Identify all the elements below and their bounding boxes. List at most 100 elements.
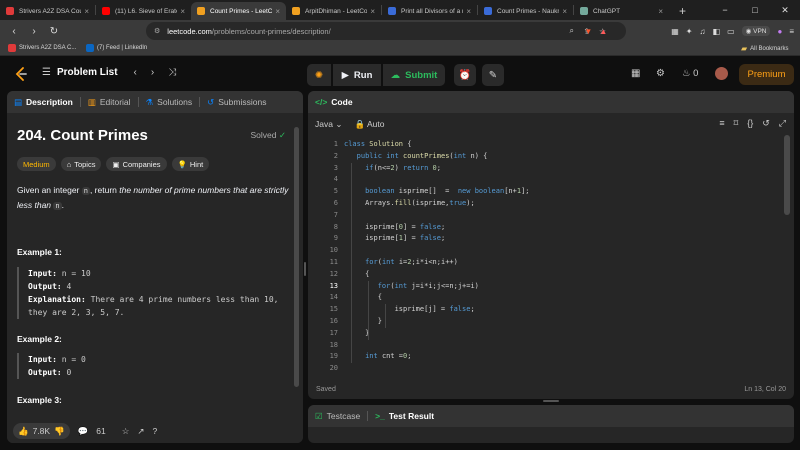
code-icon: </>	[315, 97, 328, 107]
close-window-button[interactable]: ✕	[770, 0, 800, 20]
rewards-icon[interactable]: ▲	[599, 27, 607, 36]
puzzle-icon[interactable]: ✦	[686, 27, 693, 36]
reset-icon[interactable]: ↺	[762, 118, 770, 129]
run-button[interactable]: ▶ Run	[333, 64, 381, 86]
browser-tab[interactable]: ChatGPT ×	[574, 2, 669, 20]
statement-text: .	[61, 200, 64, 210]
close-icon[interactable]: ×	[562, 7, 567, 16]
close-icon[interactable]: ×	[466, 7, 471, 16]
companies-tag[interactable]: ▣ Companies	[106, 157, 167, 171]
code-line: isprime[0] = false;	[344, 222, 446, 231]
tab-submissions[interactable]: ↺ Submissions	[200, 91, 273, 113]
panel-resize-handle[interactable]	[543, 400, 559, 402]
code-scrollbar[interactable]	[784, 135, 790, 215]
problem-list-link[interactable]: Problem List	[57, 67, 118, 78]
streak-counter[interactable]: ♨ 0	[682, 68, 698, 79]
browser-tab-active[interactable]: Count Primes - LeetC ×	[191, 2, 286, 20]
site-info-icon[interactable]: ⚙	[154, 27, 160, 35]
tab-test-result[interactable]: >_ Test Result	[368, 405, 441, 427]
browser-tab[interactable]: (11) L6. Sieve of Eratosthe×	[96, 2, 191, 20]
share-icon[interactable]: ↗	[137, 426, 144, 437]
fullscreen-icon[interactable]: ⤢	[779, 118, 786, 129]
auto-mode-toggle[interactable]: 🔒 Auto	[354, 119, 384, 130]
minimize-button[interactable]: −	[710, 0, 740, 20]
comment-icon[interactable]: 💬	[78, 426, 89, 437]
close-icon[interactable]: ×	[370, 7, 375, 16]
tab-description[interactable]: ▤ Description	[7, 91, 80, 113]
tab-favicon	[484, 7, 492, 15]
shuffle-icon[interactable]: ⤨	[168, 67, 176, 78]
browser-actions: ▼ ▲ ▦ ✦ ♫ ◧ ▭ ◉ VPN ● ≡	[584, 22, 794, 40]
tab-testcase[interactable]: ☑ Testcase	[308, 405, 367, 427]
code-line: }	[344, 316, 382, 325]
line-number: 11	[329, 257, 338, 266]
maximize-button[interactable]: □	[740, 0, 770, 20]
line-number: 19	[329, 352, 338, 361]
new-tab-button[interactable]: +	[679, 2, 686, 20]
debug-button[interactable]: ✺	[307, 64, 331, 86]
line-number: 4	[333, 175, 338, 184]
vpn-button[interactable]: ◉ VPN	[741, 26, 771, 36]
tag-label: Topics	[74, 159, 96, 169]
close-icon[interactable]: ×	[180, 7, 185, 16]
browser-tab[interactable]: ArpitDhiman - LeetCode×	[286, 2, 381, 20]
close-icon[interactable]: ×	[84, 7, 89, 16]
list-icon[interactable]: ☰	[42, 67, 51, 78]
description-panel: ▤ Description ▥ Editorial ⚗ Solutions ↺ Subm…	[7, 91, 303, 443]
wallet-icon[interactable]: ▭	[727, 27, 735, 36]
menu-icon[interactable]: ≡	[789, 27, 794, 36]
bookmark-item[interactable]: (7) Feed | LinkedIn	[86, 44, 147, 52]
brave-shield-icon[interactable]: ▼	[584, 27, 592, 36]
help-icon[interactable]: ?	[153, 426, 158, 436]
ai-icon[interactable]: ●	[777, 27, 782, 36]
bookmark-label: (7) Feed | LinkedIn	[97, 45, 148, 51]
prev-problem-icon[interactable]: ‹	[134, 67, 137, 78]
reload-icon[interactable]: ↻	[44, 26, 64, 37]
music-icon[interactable]: ♫	[700, 27, 706, 36]
notes-button[interactable]: ✎	[482, 64, 504, 86]
browser-tab[interactable]: Strivers A2Z DSA Course/×	[0, 2, 95, 20]
bookmark-icon[interactable]: ⌑	[734, 118, 739, 129]
browser-tab[interactable]: Count Primes - Naukri Co×	[478, 2, 573, 20]
bookmarks-bar: Strivers A2Z DSA C... (7) Feed | LinkedI…	[0, 42, 800, 56]
topics-tag[interactable]: ⌂ Topics	[60, 157, 102, 171]
hint-tag[interactable]: 💡 Hint	[171, 157, 210, 171]
input-value: n = 0	[61, 355, 86, 364]
tab-solutions[interactable]: ⚗ Solutions	[139, 91, 200, 113]
language-select[interactable]: Java ⌄	[315, 119, 342, 130]
problem-title[interactable]: 204. Count Primes	[17, 127, 289, 144]
description-scrollbar[interactable]	[294, 127, 299, 387]
back-icon[interactable]: ‹	[4, 26, 24, 37]
browser-tab[interactable]: Print all Divisors of a num×	[382, 2, 477, 20]
format-icon[interactable]: ≡	[719, 118, 724, 129]
settings-icon[interactable]: ⚙	[656, 68, 665, 79]
window-controls: − □ ✕	[710, 0, 800, 20]
code-panel: </> Code Java ⌄ 🔒 Auto ≡ ⌑ {} ↺ ⤢ 1234567…	[308, 91, 794, 399]
tab-editorial[interactable]: ▥ Editorial	[81, 91, 138, 113]
tab-code[interactable]: </> Code	[308, 91, 360, 113]
next-problem-icon[interactable]: ›	[151, 67, 154, 78]
address-bar[interactable]: ⚙ leetcode.com/problems/count-primes/des…	[146, 22, 626, 40]
leetcode-logo-icon[interactable]	[14, 67, 28, 81]
thumbs-down-icon[interactable]: 👎	[54, 426, 65, 437]
sidebar-icon[interactable]: ◧	[713, 27, 721, 36]
forward-icon[interactable]: ›	[24, 26, 44, 37]
extension-icon[interactable]: ▦	[671, 27, 679, 36]
braces-icon[interactable]: {}	[747, 118, 753, 129]
bookmark-item[interactable]: Strivers A2Z DSA C...	[8, 44, 76, 52]
code-editor[interactable]: class Solution { public int countPrimes(…	[344, 139, 774, 375]
thumbs-up-icon[interactable]: 👍	[18, 426, 29, 437]
layout-icon[interactable]: ▦	[631, 68, 640, 79]
tab-label: Submissions	[218, 97, 267, 107]
timer-button[interactable]: ⏰	[454, 64, 476, 86]
line-number: 8	[333, 222, 338, 231]
all-bookmarks[interactable]: ▰ All Bookmarks	[741, 44, 789, 53]
premium-button[interactable]: Premium	[739, 64, 794, 85]
panel-resize-handle[interactable]	[304, 262, 306, 276]
submit-button[interactable]: ☁ Submit	[383, 64, 445, 86]
close-icon[interactable]: ×	[658, 7, 663, 16]
avatar[interactable]	[715, 67, 728, 80]
star-icon[interactable]: ☆	[122, 426, 130, 437]
zoom-icon[interactable]: ⌕	[570, 26, 574, 36]
close-icon[interactable]: ×	[275, 7, 280, 16]
